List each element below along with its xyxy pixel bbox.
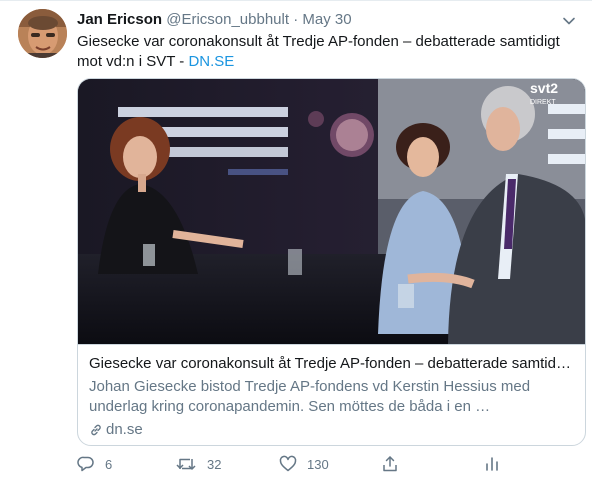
chevron-down-icon[interactable] xyxy=(562,14,576,28)
retweet-icon xyxy=(176,458,196,470)
card-body[interactable]: Giesecke var coronakonsult åt Tredje AP-… xyxy=(78,344,585,445)
author-handle[interactable]: @Ericson_ubbhult xyxy=(166,11,289,28)
tweet[interactable]: Jan Ericson @Ericson_ubbhult · May 30 Gi… xyxy=(0,0,592,481)
analytics-button[interactable] xyxy=(483,453,501,475)
share-icon xyxy=(383,456,397,472)
separator: · xyxy=(293,11,299,28)
card-domain[interactable]: dn.se xyxy=(89,420,574,440)
tweet-link[interactable]: DN.SE xyxy=(188,53,234,70)
channel-badge-live: DIREKT xyxy=(530,99,556,106)
reply-button[interactable]: 6 xyxy=(77,453,112,475)
reply-count: 6 xyxy=(105,456,113,472)
avatar-photo xyxy=(18,9,67,58)
channel-badge: svt2 xyxy=(530,80,558,96)
tweet-text: Giesecke var coronakonsult åt Tredje AP-… xyxy=(77,32,577,72)
analytics-icon xyxy=(486,457,498,471)
retweet-button[interactable]: 32 xyxy=(175,453,221,475)
tweet-body: Giesecke var coronakonsult åt Tredje AP-… xyxy=(77,33,560,70)
card-image: svt2 DIREKT xyxy=(78,79,585,344)
card-description: Johan Giesecke bistod Tredje AP-fondens … xyxy=(89,378,531,415)
heart-icon xyxy=(279,455,297,472)
author-name[interactable]: Jan Ericson xyxy=(77,11,162,28)
retweet-count: 32 xyxy=(207,456,222,472)
link-icon xyxy=(91,424,101,436)
link-card[interactable]: svt2 DIREKT Giesecke var coronakonsult å… xyxy=(77,78,586,446)
tv-studio-photo: svt2 DIREKT xyxy=(78,79,585,344)
tweet-header: Jan Ericson @Ericson_ubbhult · May 30 xyxy=(77,10,578,30)
like-button[interactable]: 130 xyxy=(279,453,329,475)
tweet-date[interactable]: May 30 xyxy=(302,11,351,28)
card-domain-text: dn.se xyxy=(106,421,143,438)
action-bar: 6 32 130 xyxy=(77,453,517,475)
reply-icon xyxy=(77,456,94,472)
avatar[interactable] xyxy=(18,9,67,58)
like-count: 130 xyxy=(307,456,329,472)
card-title[interactable]: Giesecke var coronakonsult åt Tredje AP-… xyxy=(89,354,574,374)
share-button[interactable] xyxy=(381,453,399,475)
